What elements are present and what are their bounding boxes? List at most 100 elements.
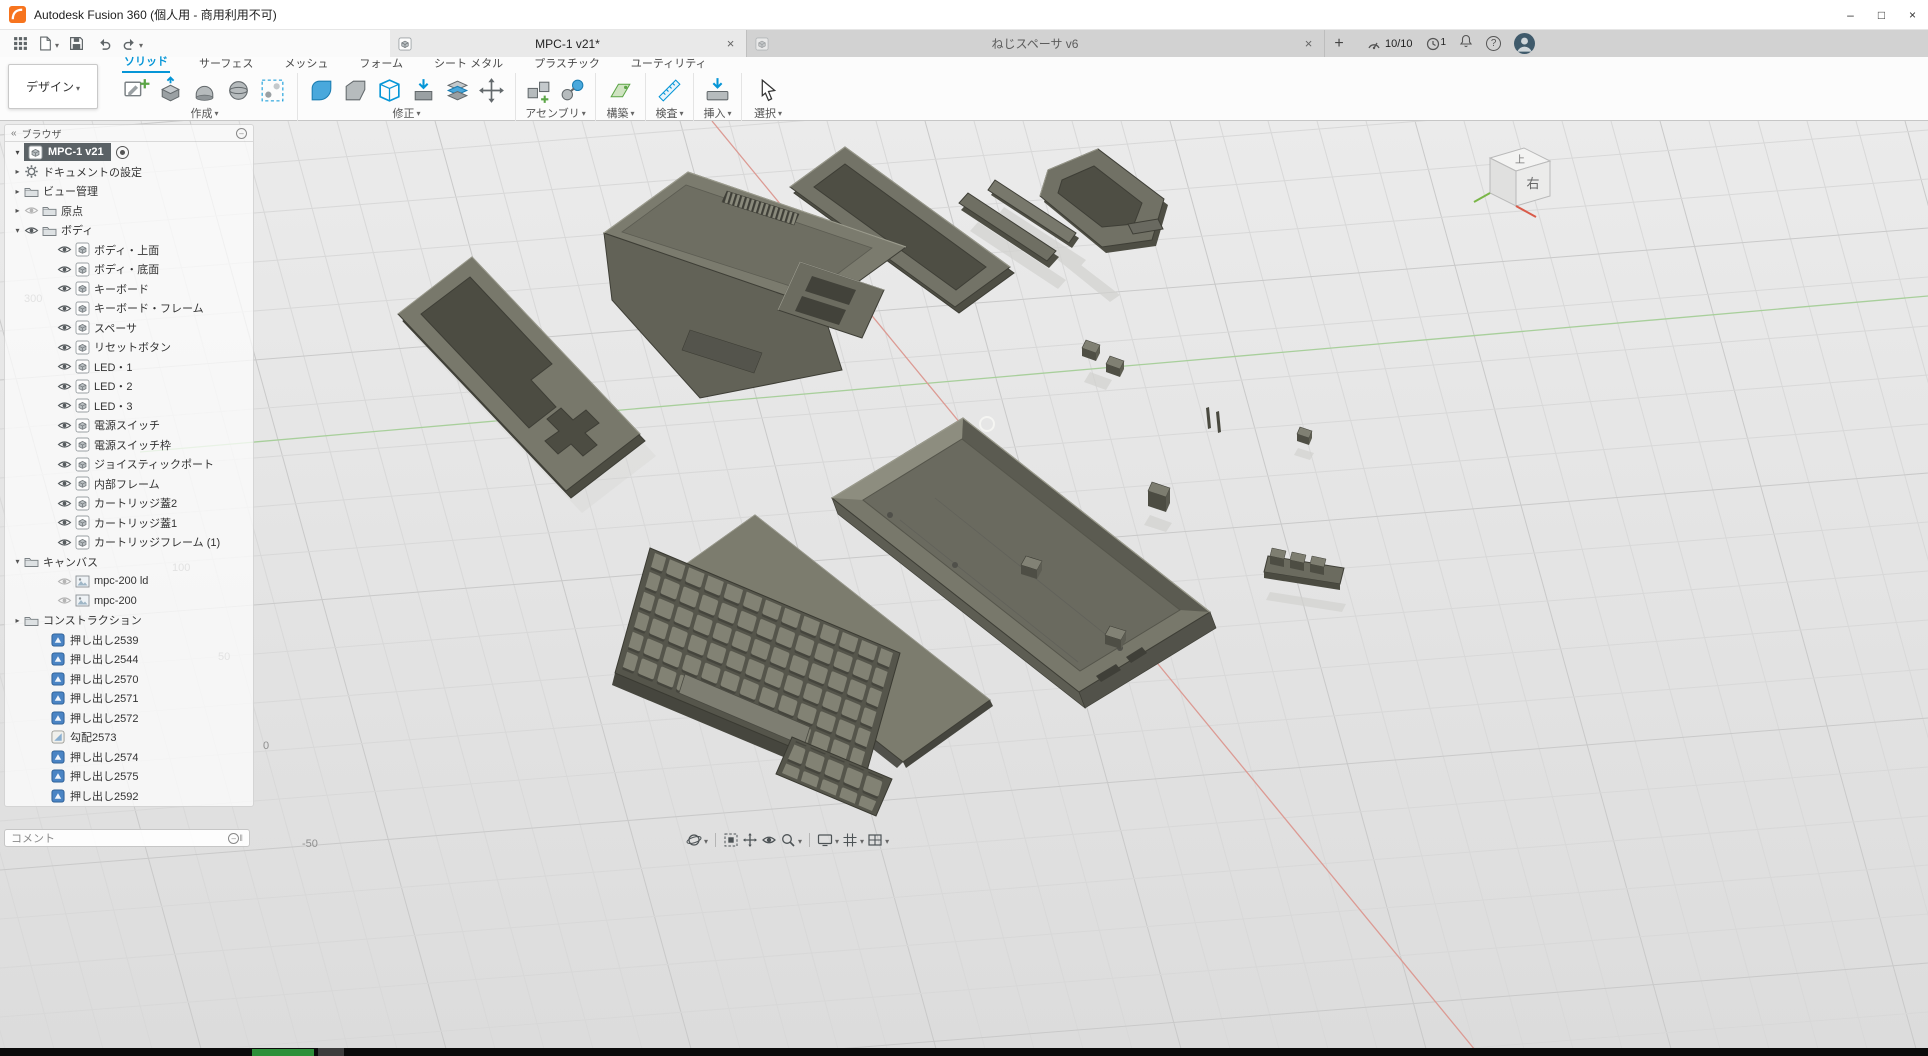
browser-item-body[interactable]: ボディ・上面 bbox=[5, 240, 253, 260]
visibility-eye-icon[interactable] bbox=[57, 303, 72, 314]
browser-item-canvas[interactable]: mpc-200 bbox=[5, 591, 253, 611]
browser-item-body[interactable]: リセットボタン bbox=[5, 338, 253, 358]
browser-item-body[interactable]: LED・3 bbox=[5, 396, 253, 416]
browser-item-named-views[interactable]: ビュー管理 bbox=[5, 182, 253, 202]
browser-item-body[interactable]: 電源スイッチ bbox=[5, 416, 253, 436]
close-tab-icon[interactable] bbox=[1301, 36, 1316, 51]
browser-item-body[interactable]: ボディ・底面 bbox=[5, 260, 253, 280]
tab-sheet-metal[interactable]: シート メタル bbox=[432, 55, 505, 73]
shell-icon[interactable] bbox=[375, 76, 404, 105]
new-component-icon[interactable] bbox=[524, 76, 553, 105]
close-button[interactable]: × bbox=[1897, 0, 1928, 30]
comment-bar[interactable]: コメント bbox=[4, 829, 250, 847]
panel-options-icon[interactable] bbox=[236, 128, 247, 139]
visibility-eye-icon[interactable] bbox=[57, 595, 72, 606]
press-pull-icon[interactable] bbox=[409, 76, 438, 105]
feature-item-extrude[interactable]: 押し出し2571 bbox=[5, 689, 253, 709]
visibility-eye-icon[interactable] bbox=[57, 439, 72, 450]
extrude-icon[interactable] bbox=[156, 76, 185, 105]
tab-plastic[interactable]: プラスチック bbox=[532, 55, 602, 73]
expand-arrow-icon[interactable] bbox=[11, 206, 24, 215]
orbit-mode-button[interactable] bbox=[686, 831, 708, 849]
insert-icon[interactable] bbox=[703, 76, 732, 105]
visibility-eye-icon[interactable] bbox=[57, 576, 72, 587]
help-button[interactable] bbox=[1486, 36, 1501, 51]
browser-item-construction[interactable]: コンストラクション bbox=[5, 611, 253, 631]
recent-activity-button[interactable]: 1 bbox=[1426, 37, 1447, 51]
drag-handle-icon[interactable] bbox=[239, 833, 243, 843]
workspace-selector[interactable]: デザイン bbox=[8, 64, 98, 109]
display-settings-button[interactable] bbox=[817, 831, 839, 849]
construction-plane-icon[interactable] bbox=[606, 76, 635, 105]
joint-icon[interactable] bbox=[558, 76, 587, 105]
pattern-icon[interactable] bbox=[258, 76, 287, 105]
visibility-eye-icon[interactable] bbox=[57, 264, 72, 275]
expand-arrow-icon[interactable] bbox=[11, 557, 24, 566]
job-status-button[interactable]: 10/10 bbox=[1367, 37, 1413, 51]
browser-item-body[interactable]: キーボード・フレーム bbox=[5, 299, 253, 319]
file-menu-button[interactable] bbox=[35, 32, 62, 55]
expand-arrow-icon[interactable] bbox=[11, 148, 24, 157]
browser-item-origin[interactable]: 原点 bbox=[5, 201, 253, 221]
browser-item-bodies-folder[interactable]: ボディ bbox=[5, 221, 253, 241]
tab-mesh[interactable]: メッシュ bbox=[282, 55, 330, 73]
close-tab-icon[interactable] bbox=[723, 36, 738, 51]
viewport-canvas[interactable]: 300 100 50 0 -50 bbox=[0, 0, 1928, 1056]
pan-button[interactable] bbox=[742, 832, 758, 848]
document-tab-active[interactable]: MPC-1 v21* bbox=[390, 30, 747, 57]
visibility-eye-icon[interactable] bbox=[57, 244, 72, 255]
active-document-pill[interactable]: MPC-1 v21 bbox=[24, 143, 111, 161]
browser-item-document-settings[interactable]: ドキュメントの設定 bbox=[5, 162, 253, 182]
app-launcher-button[interactable] bbox=[7, 32, 34, 55]
visibility-eye-icon[interactable] bbox=[57, 459, 72, 470]
browser-item-canvases-folder[interactable]: キャンバス bbox=[5, 552, 253, 572]
new-tab-button[interactable] bbox=[1325, 30, 1353, 57]
expand-arrow-icon[interactable] bbox=[11, 616, 24, 625]
group-label-modify[interactable]: 修正 bbox=[392, 105, 420, 121]
group-label-insert[interactable]: 挿入 bbox=[703, 105, 731, 121]
feature-item-extrude[interactable]: 押し出し2574 bbox=[5, 747, 253, 767]
visibility-eye-icon[interactable] bbox=[57, 517, 72, 528]
maximize-button[interactable]: □ bbox=[1866, 0, 1897, 30]
visibility-eye-icon[interactable] bbox=[57, 381, 72, 392]
visibility-eye-icon[interactable] bbox=[57, 322, 72, 333]
group-label-select[interactable]: 選択 bbox=[754, 105, 782, 121]
zoom-button[interactable] bbox=[780, 831, 802, 849]
group-label-construct[interactable]: 構築 bbox=[606, 105, 634, 121]
tab-surface[interactable]: サーフェス bbox=[197, 55, 255, 73]
browser-item-body[interactable]: LED・2 bbox=[5, 377, 253, 397]
visibility-eye-icon[interactable] bbox=[57, 420, 72, 431]
create-sketch-icon[interactable] bbox=[122, 76, 151, 105]
redo-button[interactable] bbox=[119, 32, 146, 55]
undo-button[interactable] bbox=[91, 32, 118, 55]
visibility-eye-icon[interactable] bbox=[57, 342, 72, 353]
visibility-eye-icon[interactable] bbox=[57, 537, 72, 548]
combine-icon[interactable] bbox=[443, 76, 472, 105]
expand-arrow-icon[interactable] bbox=[11, 167, 24, 176]
feature-item-extrude[interactable]: 押し出し2575 bbox=[5, 767, 253, 787]
browser-item-body[interactable]: LED・1 bbox=[5, 357, 253, 377]
feature-item-extrude[interactable]: 押し出し2572 bbox=[5, 708, 253, 728]
visibility-eye-icon[interactable] bbox=[57, 498, 72, 509]
revolve-icon[interactable] bbox=[190, 76, 219, 105]
tab-solid[interactable]: ソリッド bbox=[122, 53, 170, 73]
feature-item-extrude[interactable]: 押し出し2570 bbox=[5, 669, 253, 689]
browser-header[interactable]: ブラウザ bbox=[5, 125, 253, 142]
view-cube[interactable]: 上 右 bbox=[1462, 128, 1572, 228]
chamfer-icon[interactable] bbox=[341, 76, 370, 105]
visibility-eye-icon[interactable] bbox=[57, 478, 72, 489]
expand-arrow-icon[interactable] bbox=[11, 187, 24, 196]
browser-item-body[interactable]: キーボード bbox=[5, 279, 253, 299]
visibility-eye-icon[interactable] bbox=[57, 400, 72, 411]
comment-options-icon[interactable] bbox=[228, 833, 239, 844]
browser-item-body[interactable]: カートリッジフレーム (1) bbox=[5, 533, 253, 553]
feature-item-draft[interactable]: 勾配2573 bbox=[5, 728, 253, 748]
notifications-button[interactable] bbox=[1459, 34, 1473, 54]
select-icon[interactable] bbox=[754, 76, 783, 105]
browser-root-row[interactable]: MPC-1 v21 bbox=[5, 142, 253, 162]
feature-item-extrude[interactable]: 押し出し2544 bbox=[5, 650, 253, 670]
fit-view-button[interactable] bbox=[723, 832, 739, 848]
visibility-eye-icon[interactable] bbox=[24, 225, 39, 236]
activate-component-icon[interactable] bbox=[116, 146, 129, 159]
group-label-assemble[interactable]: アセンブリ bbox=[525, 105, 585, 121]
